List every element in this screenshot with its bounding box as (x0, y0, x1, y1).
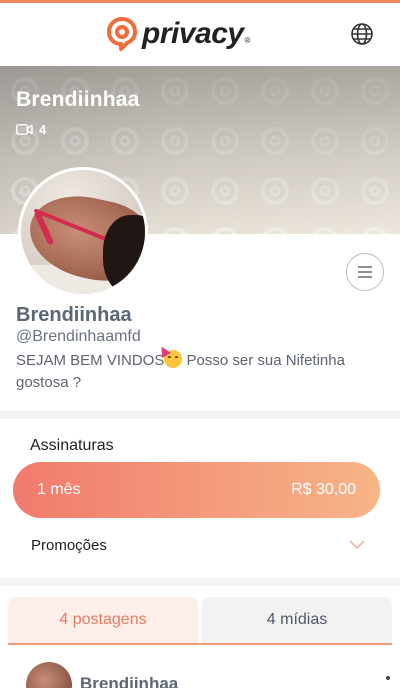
privacy-logo-icon (107, 17, 137, 51)
tab-posts[interactable]: 4 postagens (8, 597, 198, 643)
plan-price: R$ 30,00 (291, 481, 356, 498)
profile-handle: @Brendinhaamfd (16, 328, 141, 345)
profile-bio: SEJAM BEM VINDOS Posso ser sua Nifetinha… (16, 344, 384, 394)
post-author-avatar[interactable] (26, 662, 72, 688)
cover-name: Brendiinhaa (16, 88, 140, 111)
privacy-logo[interactable]: privacy ® (106, 17, 250, 51)
registered-mark: ® (244, 36, 251, 45)
tabs-underline (8, 643, 392, 645)
chevron-down-icon (349, 540, 365, 549)
section-divider (0, 411, 400, 419)
post-options-icon[interactable] (386, 676, 390, 680)
post-author-name[interactable]: Brendiinhaa (80, 674, 178, 688)
video-count: 4 (39, 122, 47, 137)
tab-media[interactable]: 4 mídias (202, 597, 392, 643)
promotions-label: Promoções (31, 537, 107, 554)
logo-wordmark: privacy (142, 17, 244, 50)
video-camera-icon (16, 124, 33, 135)
plan-duration: 1 mês (37, 481, 81, 498)
profile-avatar[interactable] (18, 167, 148, 297)
profile-menu-button[interactable] (346, 253, 384, 291)
promotions-toggle[interactable]: Promoções (0, 530, 400, 560)
hamburger-menu-icon (358, 266, 372, 278)
partying-face-emoji (157, 344, 183, 368)
profile-name: Brendiinhaa (16, 304, 132, 326)
avatar-hair (103, 215, 145, 294)
subscriptions-title: Assinaturas (30, 437, 114, 454)
video-count-stat: 4 (16, 122, 46, 137)
section-divider-2 (0, 578, 400, 586)
globe-icon[interactable] (350, 22, 374, 46)
subscription-plan-button[interactable]: 1 mês R$ 30,00 (13, 462, 380, 518)
content-tabs: 4 postagens 4 mídias (8, 597, 392, 645)
bio-text-1: SEJAM BEM VINDOS (16, 352, 165, 369)
app-header: privacy ® (0, 3, 400, 66)
